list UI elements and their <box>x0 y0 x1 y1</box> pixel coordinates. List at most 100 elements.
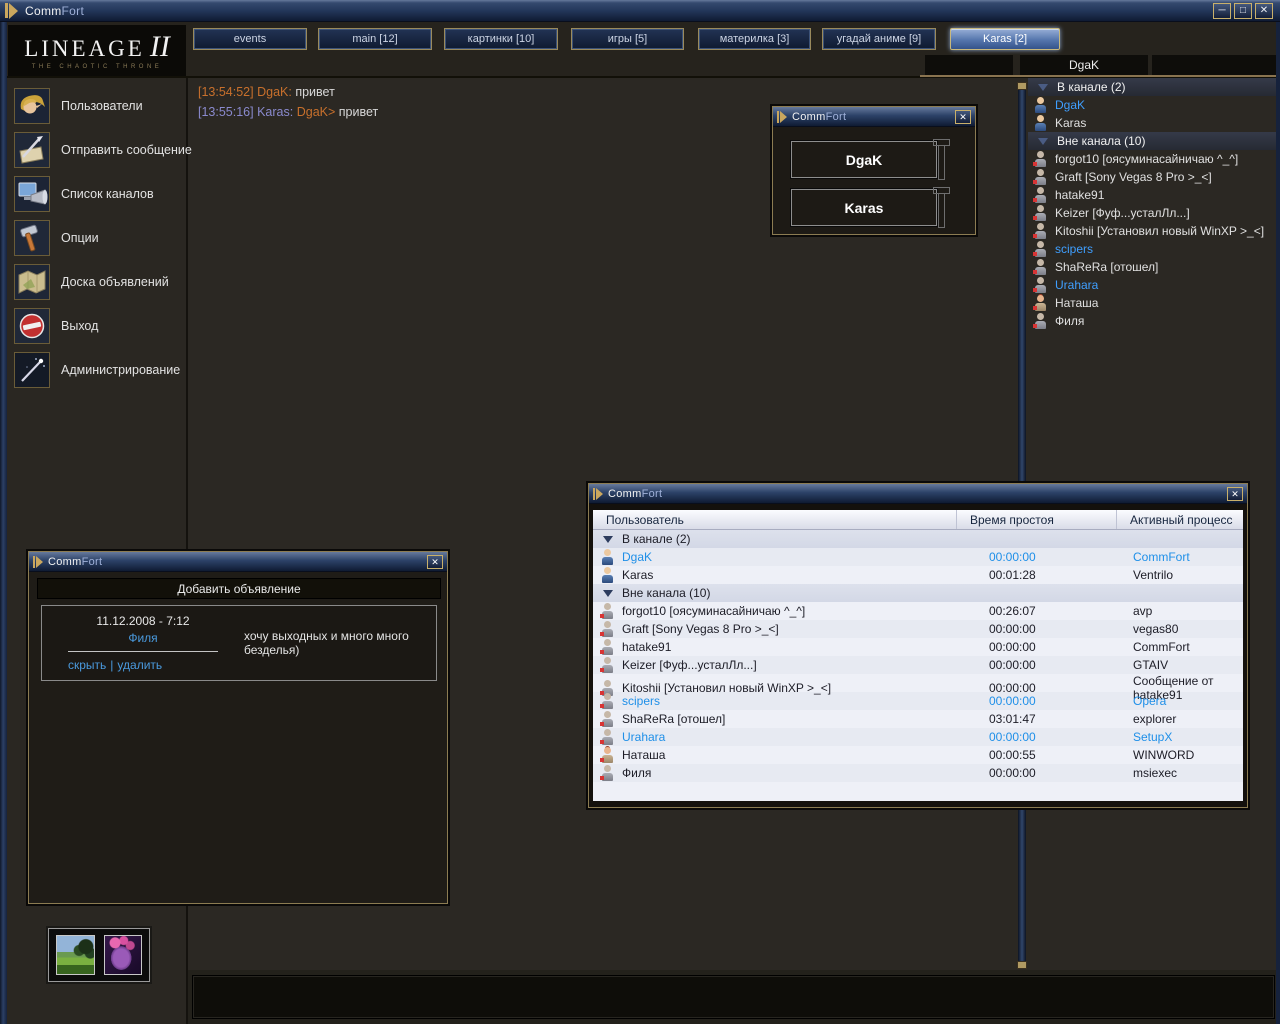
user-row[interactable]: Karas <box>1028 114 1280 132</box>
tab-karas-active[interactable]: Karas [2] <box>950 28 1060 50</box>
user-avatar-icon <box>1033 187 1047 203</box>
user-group-row[interactable]: Вне канала (10) <box>1028 132 1280 150</box>
hide-link[interactable]: скрыть <box>68 658 106 672</box>
table-header-row: Пользователь Время простоя Активный проц… <box>593 510 1243 530</box>
user-avatar-icon <box>600 603 614 619</box>
active-process: explorer <box>1133 712 1177 726</box>
user-row[interactable]: Keizer [Фуф...усталЛл...] <box>1028 204 1280 222</box>
table-row[interactable]: Keizer [Фуф...усталЛл...] 00:00:00 GTAIV <box>593 656 1243 674</box>
sidebar-item-users[interactable]: Пользователи <box>14 88 192 124</box>
user-row[interactable]: Наташа <box>1028 294 1280 312</box>
idle-time: 00:00:00 <box>989 730 1036 744</box>
tab-pictures[interactable]: картинки [10] <box>444 28 558 50</box>
column-header-process[interactable]: Активный процесс <box>1117 510 1243 529</box>
table-row[interactable]: ShaReRa [отошел] 03:01:47 explorer <box>593 710 1243 728</box>
tab-events[interactable]: events <box>193 28 307 50</box>
minimize-button[interactable]: ─ <box>1213 2 1231 19</box>
active-process: Opera <box>1133 694 1167 708</box>
volume-user-button-dgak[interactable]: DgaK <box>790 140 938 179</box>
sidebar-item-options[interactable]: Опции <box>14 220 192 256</box>
table-row[interactable]: forgot10 [оясуминасайничаю ^_^] 00:26:07 a… <box>593 602 1243 620</box>
sidebar-item-exit[interactable]: Выход <box>14 308 192 344</box>
user-row[interactable]: DgaK <box>1028 96 1280 114</box>
user-row[interactable]: Kitoshii [Установил новый WinXP >_<] <box>1028 222 1280 240</box>
user-row[interactable]: ShaReRa [отошел] <box>1028 258 1280 276</box>
sidebar-item-administration[interactable]: Администрирование <box>14 352 192 388</box>
sidebar-label: Список каналов <box>61 187 154 201</box>
table-row[interactable]: DgaK 00:00:00 CommFort <box>593 548 1243 566</box>
idle-time: 00:00:00 <box>989 622 1036 636</box>
sidebar-item-send-message[interactable]: Отправить сообщение <box>14 132 192 168</box>
tab-games[interactable]: игры [5] <box>571 28 684 50</box>
table-row[interactable]: hatake91 00:00:00 CommFort <box>593 638 1243 656</box>
volume-slider-dgak[interactable] <box>933 139 950 180</box>
table-row[interactable]: Наташа 00:00:55 WINWORD <box>593 746 1243 764</box>
sidebar-item-bulletin-board[interactable]: Доска объявлений <box>14 264 192 300</box>
offline-mark-icon <box>1033 180 1037 184</box>
idle-time: 00:00:00 <box>989 766 1036 780</box>
user-name: forgot10 [оясуминасайничаю ^_^] <box>1055 152 1239 166</box>
table-group-row[interactable]: Вне канала (10) <box>593 584 1243 602</box>
user-row[interactable]: Филя <box>1028 312 1280 330</box>
delete-link[interactable]: удалить <box>117 658 162 672</box>
add-announcement-button[interactable]: Добавить объявление <box>37 578 441 599</box>
volume-slider-karas[interactable] <box>933 187 950 228</box>
column-header-idle[interactable]: Время простоя <box>957 510 1117 529</box>
announcements-window-titlebar[interactable]: CommFort ✕ <box>29 552 447 572</box>
message-input[interactable] <box>192 975 1275 1019</box>
close-icon[interactable]: ✕ <box>955 109 971 124</box>
table-row[interactable]: Graft [Sony Vegas 8 Pro >_<] 00:00:00 vega… <box>593 620 1243 638</box>
active-process: GTAIV <box>1133 658 1169 672</box>
close-icon[interactable]: ✕ <box>427 554 443 569</box>
user-row[interactable]: hatake91 <box>1028 186 1280 204</box>
app-arrow-icon <box>593 487 603 500</box>
tab-guess-anime[interactable]: угадай аниме [9] <box>822 28 936 50</box>
message-time: [13:54:52] <box>198 85 254 99</box>
active-process: SetupX <box>1133 730 1173 744</box>
message-time: [13:55:16] <box>198 105 254 119</box>
table-row[interactable]: Kitoshii [Установил новый WinXP >_<] 00:0… <box>593 674 1243 702</box>
offline-mark-icon <box>1033 234 1037 238</box>
creature-thumbnail[interactable] <box>103 935 142 975</box>
table-row[interactable]: Karas 00:01:28 Ventrilo <box>593 566 1243 584</box>
idle-time: 00:00:00 <box>989 694 1036 708</box>
slider-handle[interactable] <box>933 187 950 194</box>
close-button[interactable]: ✕ <box>1255 2 1273 19</box>
user-row[interactable]: scipers <box>1028 240 1280 258</box>
current-user-box[interactable]: DgaK <box>1020 55 1148 75</box>
table-row[interactable]: Urahara 00:00:00 SetupX <box>593 728 1243 746</box>
window-left-border <box>0 22 7 1024</box>
offline-mark-icon <box>600 614 604 618</box>
user-name: Филя <box>1055 314 1085 328</box>
user-row[interactable]: Urahara <box>1028 276 1280 294</box>
user-group-row[interactable]: В канале (2) <box>1028 78 1280 96</box>
tab-materilka[interactable]: материлка [3] <box>698 28 811 50</box>
column-header-user[interactable]: Пользователь <box>593 510 957 529</box>
volume-window: CommFort ✕ DgaK Karas <box>772 106 976 235</box>
table-row[interactable]: Филя 00:00:00 msiexec <box>593 764 1243 782</box>
volume-user-button-karas[interactable]: Karas <box>790 188 938 227</box>
slider-handle[interactable] <box>933 139 950 146</box>
maximize-button[interactable]: □ <box>1234 2 1252 19</box>
close-icon[interactable]: ✕ <box>1227 486 1243 501</box>
process-window-titlebar[interactable]: CommFort ✕ <box>589 484 1247 504</box>
offline-mark-icon <box>1033 288 1037 292</box>
user-row[interactable]: Graft [Sony Vegas 8 Pro >_<] <box>1028 168 1280 186</box>
table-group-row[interactable]: В канале (2) <box>593 530 1243 548</box>
user-name: Наташа <box>622 748 666 762</box>
announcement-author-link[interactable]: Филя <box>68 631 218 645</box>
volume-window-titlebar[interactable]: CommFort ✕ <box>773 107 975 127</box>
user-row[interactable]: forgot10 [оясуминасайничаю ^_^] <box>1028 150 1280 168</box>
sidebar-item-channel-list[interactable]: Список каналов <box>14 176 192 212</box>
link-separator: | <box>110 658 114 672</box>
user-avatar-icon <box>1033 205 1047 221</box>
table-row[interactable]: scipers 00:00:00 Opera <box>593 692 1243 710</box>
active-process: Ventrilo <box>1133 568 1174 582</box>
titlebar: CommFort ─ □ ✕ <box>0 0 1280 22</box>
user-name: Keizer [Фуф...усталЛл...] <box>622 658 757 672</box>
tab-main[interactable]: main [12] <box>318 28 432 50</box>
user-name: DgaK <box>622 550 653 564</box>
landscape-thumbnail[interactable] <box>56 935 95 975</box>
logo-subtitle: THE CHAOTIC THRONE <box>31 63 163 70</box>
offline-mark-icon <box>1033 306 1037 310</box>
